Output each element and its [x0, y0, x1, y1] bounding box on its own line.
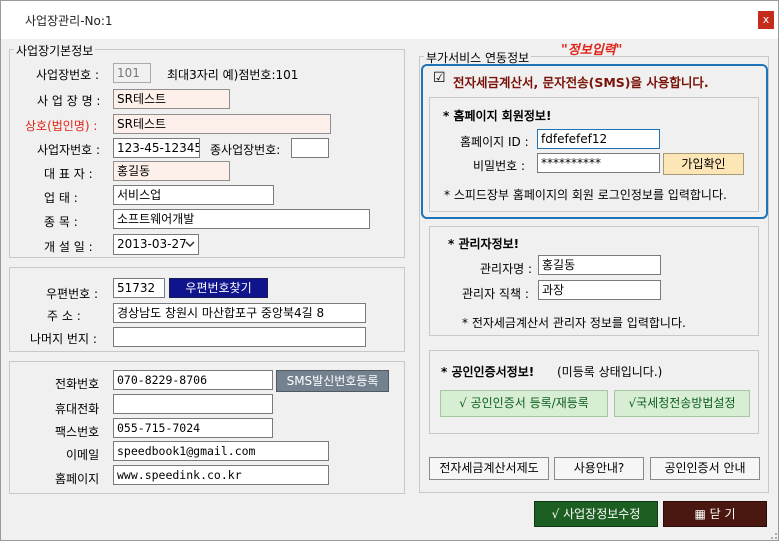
biz-name-label: 사 업 장 명 :	[37, 94, 101, 108]
biz-name-input[interactable]: SR테스트	[113, 89, 230, 109]
address-rest-input[interactable]	[113, 327, 366, 347]
zip-label: 우편번호 :	[46, 287, 99, 301]
certificate-register-button[interactable]: √ 공인인증서 등록/재등록	[440, 390, 608, 417]
biz-no-input[interactable]: 101	[113, 63, 151, 83]
manager-name-input[interactable]: 홍길동	[538, 255, 661, 275]
open-date-label: 개 설 일 :	[44, 240, 93, 254]
resize-grip-icon[interactable]	[767, 529, 778, 540]
homepage-id-input[interactable]: fdfefefef12	[537, 129, 660, 149]
manager-note: * 전자세금계산서 관리자 정보를 입력합니다.	[462, 316, 686, 330]
sub-biz-no-input[interactable]	[291, 138, 329, 158]
update-business-info-button[interactable]: √ 사업장정보수정	[534, 501, 658, 527]
biz-no-label: 사업장번호 :	[36, 68, 100, 82]
biz-type-input[interactable]: 서비스업	[113, 185, 274, 205]
phone-label: 전화번호	[55, 377, 100, 391]
open-date-picker[interactable]: 2013-03-27	[113, 234, 199, 255]
mobile-input[interactable]	[113, 394, 273, 414]
zip-input[interactable]: 51732	[113, 278, 165, 298]
manager-title: * 관리자정보!	[448, 237, 520, 251]
sub-biz-no-label: 종사업장번호:	[210, 143, 281, 157]
ceo-input[interactable]: 홍길동	[113, 161, 230, 181]
homepage-member-note: * 스피드장부 홈페이지의 회원 로그인정보를 입력합니다.	[444, 188, 727, 202]
certificate-guide-button[interactable]: 공인인증서 안내	[650, 457, 760, 480]
zip-search-button[interactable]: 우편번호찾기	[169, 278, 268, 298]
use-service-checkbox-label[interactable]: 전자세금계산서, 문자전송(SMS)을 사용합니다.	[453, 72, 709, 91]
phone-input[interactable]: 070-8229-8706	[113, 370, 273, 390]
basic-info-group-title: 사업장기본정보	[14, 42, 96, 59]
sms-sender-register-button[interactable]: SMS발신번호등록	[276, 370, 389, 392]
annotation-info-input: "정보입력"	[561, 43, 623, 58]
manager-role-input[interactable]: 과장	[538, 280, 661, 300]
homepage-id-label: 홈페이지 ID :	[460, 135, 529, 149]
join-check-button[interactable]: 가입확인	[663, 153, 744, 175]
homepage-member-title: * 홈페이지 회원정보!	[443, 109, 552, 123]
mobile-label: 휴대전화	[55, 402, 100, 416]
manager-name-label: 관리자명 :	[480, 262, 533, 276]
chevron-down-icon[interactable]	[185, 241, 195, 248]
biz-no-hint: 최대3자리 예)점번호:101	[167, 68, 299, 82]
trade-name-label: 상호(법인명) :	[25, 119, 98, 133]
certificate-status: (미등록 상태입니다.)	[557, 365, 663, 379]
usage-guide-button[interactable]: 사용안내?	[554, 457, 644, 480]
ceo-label: 대 표 자 :	[44, 167, 93, 181]
fax-label: 팩스번호	[55, 425, 100, 439]
address-rest-label: 나머지 번지 :	[30, 332, 97, 346]
biz-type-label: 업 태 :	[44, 191, 78, 205]
use-service-checkbox[interactable]: ☑	[433, 70, 446, 86]
fax-input[interactable]: 055-715-7024	[113, 418, 273, 438]
close-button[interactable]: ▦ 닫 기	[663, 501, 767, 527]
open-date-value: 2013-03-27	[117, 237, 187, 251]
biz-item-input[interactable]: 소프트웨어개발	[113, 209, 370, 229]
password-input[interactable]: **********	[537, 153, 660, 173]
password-label: 비밀번호 :	[473, 159, 526, 173]
title-bar: 사업장관리-No:1 x	[1, 1, 778, 39]
nts-transfer-setting-button[interactable]: √국세청전송방법설정	[614, 390, 750, 417]
email-label: 이메일	[66, 448, 100, 462]
biz-item-label: 종 목 :	[44, 215, 78, 229]
address-label: 주 소 :	[47, 309, 81, 323]
business-management-window: 사업장관리-No:1 x 사업장기본정보 사업장번호 : 101 최대3자리 예…	[0, 0, 779, 541]
homepage-input[interactable]: www.speedink.co.kr	[113, 465, 329, 485]
tax-invoice-system-button[interactable]: 전자세금계산서제도	[429, 457, 549, 480]
reg-no-input[interactable]: 123-45-12345	[113, 138, 200, 158]
email-input[interactable]: speedbook1@gmail.com	[113, 441, 329, 461]
trade-name-input[interactable]: SR테스트	[113, 114, 331, 134]
address-input[interactable]: 경상남도 창원시 마산합포구 중앙북4길 8	[113, 303, 366, 323]
reg-no-label: 사업자번호 :	[37, 143, 101, 157]
certificate-title: * 공인인증서정보!	[441, 365, 535, 379]
window-title: 사업장관리-No:1	[25, 14, 113, 28]
close-window-button[interactable]: x	[758, 11, 774, 29]
manager-role-label: 관리자 직책 :	[462, 287, 529, 301]
homepage-label: 홈페이지	[55, 472, 100, 486]
